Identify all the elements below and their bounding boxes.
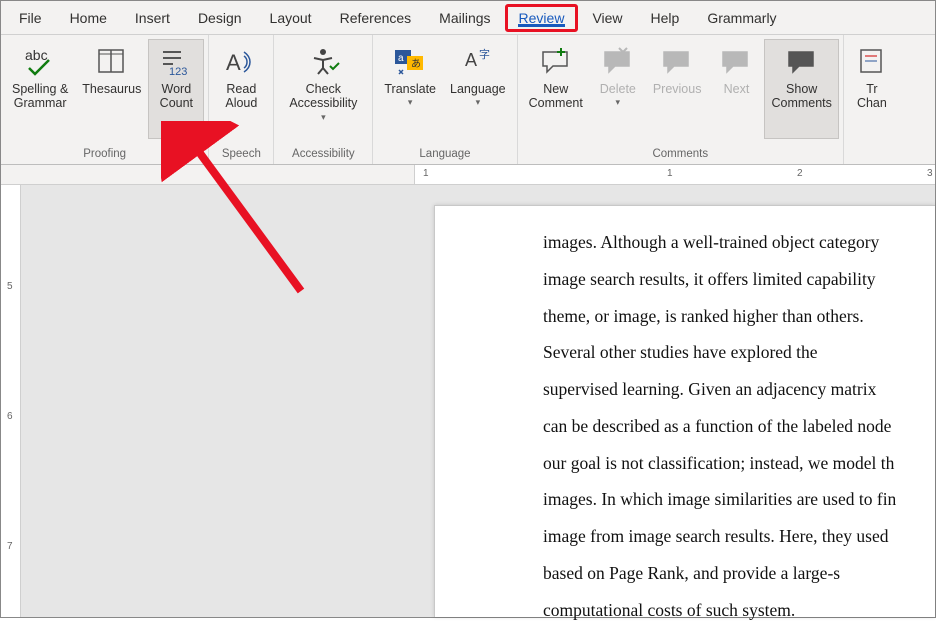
group-language: aあ Translate▾ A字 Language▾ Language bbox=[373, 35, 517, 164]
group-comments: NewComment Delete▾ Previous Next bbox=[518, 35, 844, 164]
svg-text:a: a bbox=[398, 53, 404, 64]
group-proofing: abc Spelling &Grammar Thesaurus 123 Word… bbox=[1, 35, 209, 164]
next-comment-button[interactable]: Next bbox=[708, 39, 764, 139]
translate-button[interactable]: aあ Translate▾ bbox=[377, 39, 443, 139]
horizontal-ruler[interactable]: 1 1 2 3 bbox=[1, 165, 935, 185]
document-canvas[interactable]: images. Although a well-trained object c… bbox=[21, 185, 935, 617]
track-changes-button[interactable]: TrChan bbox=[848, 39, 896, 139]
comment-delete-icon bbox=[601, 44, 635, 78]
comment-next-icon bbox=[719, 44, 753, 78]
chevron-down-icon: ▾ bbox=[600, 97, 636, 107]
word-count-button[interactable]: 123 WordCount bbox=[148, 39, 204, 139]
document-workspace: 1 1 2 3 5 6 7 images. Although a well-tr… bbox=[1, 165, 935, 617]
svg-text:A: A bbox=[465, 50, 477, 70]
accessibility-icon bbox=[306, 44, 340, 78]
language-button[interactable]: A字 Language▾ bbox=[443, 39, 513, 139]
chevron-down-icon: ▾ bbox=[384, 97, 436, 107]
tab-layout[interactable]: Layout bbox=[256, 4, 326, 32]
book-icon bbox=[95, 44, 129, 78]
svg-text:あ: あ bbox=[411, 58, 421, 70]
language-icon: A字 bbox=[461, 44, 495, 78]
group-label-language: Language bbox=[377, 146, 512, 164]
svg-text:字: 字 bbox=[479, 47, 490, 61]
tab-view[interactable]: View bbox=[578, 4, 636, 32]
svg-text:abc: abc bbox=[25, 47, 48, 63]
group-label-accessibility: Accessibility bbox=[278, 146, 368, 164]
track-changes-icon bbox=[855, 44, 889, 78]
translate-icon: aあ bbox=[393, 44, 427, 78]
tab-help[interactable]: Help bbox=[637, 4, 694, 32]
chevron-down-icon: ▾ bbox=[450, 97, 506, 107]
comment-previous-icon bbox=[660, 44, 694, 78]
read-aloud-icon: A bbox=[224, 44, 258, 78]
tab-review[interactable]: Review bbox=[505, 4, 579, 32]
comment-show-icon bbox=[785, 44, 819, 78]
spelling-grammar-button[interactable]: abc Spelling &Grammar bbox=[5, 39, 75, 139]
tab-design[interactable]: Design bbox=[184, 4, 256, 32]
show-comments-button[interactable]: ShowComments bbox=[764, 39, 838, 139]
read-aloud-button[interactable]: A ReadAloud bbox=[213, 39, 269, 139]
group-label-proofing: Proofing bbox=[5, 146, 204, 164]
group-tracking-cut: TrChan bbox=[844, 35, 900, 164]
tab-insert[interactable]: Insert bbox=[121, 4, 184, 32]
tab-grammarly[interactable]: Grammarly bbox=[693, 4, 790, 32]
previous-comment-button[interactable]: Previous bbox=[646, 39, 709, 139]
tab-file[interactable]: File bbox=[5, 4, 56, 32]
delete-comment-button[interactable]: Delete▾ bbox=[590, 39, 646, 139]
comment-new-icon bbox=[539, 44, 573, 78]
document-page[interactable]: images. Although a well-trained object c… bbox=[434, 205, 935, 617]
word-count-icon: 123 bbox=[159, 44, 193, 78]
vertical-ruler[interactable]: 5 6 7 bbox=[1, 185, 21, 617]
group-label-comments: Comments bbox=[522, 146, 839, 164]
ribbon-tabstrip: File Home Insert Design Layout Reference… bbox=[1, 1, 935, 35]
abc-check-icon: abc bbox=[23, 44, 57, 78]
svg-text:123: 123 bbox=[169, 66, 187, 78]
tab-home[interactable]: Home bbox=[56, 4, 121, 32]
group-accessibility: CheckAccessibility ▾ Accessibility bbox=[274, 35, 373, 164]
tab-mailings[interactable]: Mailings bbox=[425, 4, 504, 32]
ribbon-body: abc Spelling &Grammar Thesaurus 123 Word… bbox=[1, 35, 935, 165]
group-label-speech: Speech bbox=[213, 146, 269, 164]
tab-references[interactable]: References bbox=[326, 4, 426, 32]
chevron-down-icon: ▾ bbox=[289, 112, 357, 122]
group-speech: A ReadAloud Speech bbox=[209, 35, 274, 164]
svg-text:A: A bbox=[226, 50, 241, 75]
thesaurus-button[interactable]: Thesaurus bbox=[75, 39, 148, 139]
new-comment-button[interactable]: NewComment bbox=[522, 39, 590, 139]
check-accessibility-button[interactable]: CheckAccessibility ▾ bbox=[278, 39, 368, 139]
document-text[interactable]: images. Although a well-trained object c… bbox=[543, 224, 935, 628]
